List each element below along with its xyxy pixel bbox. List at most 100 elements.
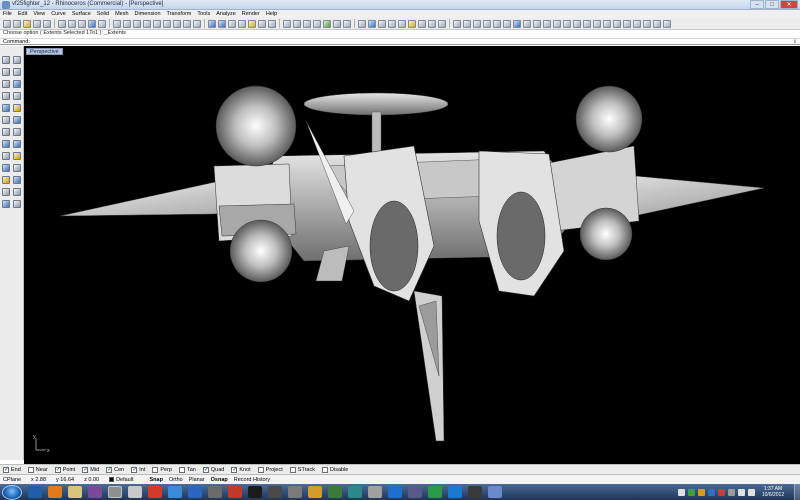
app-taskbar-icon[interactable] bbox=[128, 486, 142, 498]
palette-tool-icon[interactable] bbox=[13, 104, 21, 112]
menu-transform[interactable]: Transform bbox=[167, 11, 192, 17]
current-layer[interactable]: Default bbox=[109, 477, 134, 483]
menu-curve[interactable]: Curve bbox=[51, 11, 66, 17]
tray-icon[interactable] bbox=[698, 488, 705, 496]
toolbar-tool-icon[interactable] bbox=[293, 19, 301, 28]
viewport-tab-perspective[interactable]: Perspective bbox=[26, 48, 63, 55]
toolbar-tool-icon[interactable] bbox=[153, 19, 161, 28]
palette-tool-icon[interactable] bbox=[2, 128, 10, 136]
osnap-checkbox[interactable] bbox=[202, 466, 209, 473]
osnap-checkbox[interactable] bbox=[257, 466, 264, 473]
osnap-checkbox[interactable] bbox=[3, 466, 9, 473]
app-taskbar-icon[interactable] bbox=[208, 486, 222, 498]
palette-tool-icon[interactable] bbox=[13, 152, 21, 160]
toolbar-tool-icon[interactable] bbox=[173, 19, 181, 28]
toolbar-tool-icon[interactable] bbox=[193, 19, 201, 28]
app-taskbar-icon[interactable] bbox=[348, 486, 362, 498]
toolbar-tool-icon[interactable] bbox=[643, 19, 651, 28]
toolbar-tool-icon[interactable] bbox=[398, 19, 406, 28]
app-taskbar-icon[interactable] bbox=[388, 486, 402, 498]
rhino-taskbar-icon[interactable] bbox=[108, 486, 122, 498]
palette-tool-icon[interactable] bbox=[2, 80, 10, 88]
toolbar-tool-icon[interactable] bbox=[368, 19, 376, 28]
app-taskbar-icon[interactable] bbox=[268, 486, 282, 498]
toolbar-tool-icon[interactable] bbox=[313, 19, 321, 28]
app-taskbar-icon[interactable] bbox=[228, 486, 242, 498]
tray-icon[interactable] bbox=[708, 488, 715, 496]
tray-icon[interactable] bbox=[728, 488, 735, 496]
palette-tool-icon[interactable] bbox=[2, 56, 10, 64]
toolbar-tool-icon[interactable] bbox=[378, 19, 386, 28]
app-taskbar-icon[interactable] bbox=[168, 486, 182, 498]
app-taskbar-icon[interactable] bbox=[448, 486, 462, 498]
toolbar-tool-icon[interactable] bbox=[13, 19, 21, 28]
toolbar-tool-icon[interactable] bbox=[43, 19, 51, 28]
osnap-point[interactable]: Point bbox=[54, 466, 75, 473]
toolbar-tool-icon[interactable] bbox=[463, 19, 471, 28]
toolbar-tool-icon[interactable] bbox=[513, 19, 521, 28]
palette-tool-icon[interactable] bbox=[13, 188, 21, 196]
toolbar-tool-icon[interactable] bbox=[563, 19, 571, 28]
app-taskbar-icon[interactable] bbox=[408, 486, 422, 498]
toolbar-tool-icon[interactable] bbox=[3, 19, 11, 28]
history-scroll-icon[interactable]: ⇕ bbox=[793, 39, 797, 45]
menu-analyze[interactable]: Analyze bbox=[216, 11, 236, 17]
viewport-canvas[interactable]: y x bbox=[24, 46, 800, 464]
toolbar-tool-icon[interactable] bbox=[33, 19, 41, 28]
app-taskbar-icon[interactable] bbox=[328, 486, 342, 498]
toolbar-tool-icon[interactable] bbox=[23, 19, 31, 28]
osnap-int[interactable]: Int bbox=[131, 466, 145, 473]
palette-tool-icon[interactable] bbox=[2, 92, 10, 100]
toolbar-tool-icon[interactable] bbox=[633, 19, 641, 28]
toggle-snap[interactable]: Snap bbox=[150, 477, 163, 483]
toolbar-tool-icon[interactable] bbox=[583, 19, 591, 28]
palette-tool-icon[interactable] bbox=[13, 68, 21, 76]
toolbar-tool-icon[interactable] bbox=[183, 19, 191, 28]
tray-icon[interactable] bbox=[678, 488, 685, 496]
osnap-checkbox[interactable] bbox=[82, 466, 88, 473]
palette-tool-icon[interactable] bbox=[13, 116, 21, 124]
palette-tool-icon[interactable] bbox=[2, 188, 10, 196]
tray-icon[interactable] bbox=[718, 488, 725, 496]
toolbar-tool-icon[interactable] bbox=[113, 19, 121, 28]
clock[interactable]: 1:37 AM 10/6/2012 bbox=[758, 486, 788, 498]
toolbar-tool-icon[interactable] bbox=[653, 19, 661, 28]
app-taskbar-icon[interactable] bbox=[368, 486, 382, 498]
rhino-app-icon[interactable] bbox=[2, 1, 10, 9]
toolbar-tool-icon[interactable] bbox=[533, 19, 541, 28]
osnap-checkbox[interactable] bbox=[106, 466, 112, 473]
toolbar-tool-icon[interactable] bbox=[613, 19, 621, 28]
close-button[interactable]: ✕ bbox=[780, 0, 798, 9]
osnap-mid[interactable]: Mid bbox=[82, 466, 99, 473]
osnap-checkbox[interactable] bbox=[322, 466, 328, 473]
toolbar-tool-icon[interactable] bbox=[323, 19, 331, 28]
app-taskbar-icon[interactable] bbox=[248, 486, 262, 498]
tray-icon[interactable] bbox=[688, 488, 695, 496]
toolbar-tool-icon[interactable] bbox=[268, 19, 276, 28]
flashget-taskbar-icon[interactable] bbox=[148, 486, 162, 498]
osnap-project[interactable]: Project bbox=[257, 466, 283, 473]
app-taskbar-icon[interactable] bbox=[468, 486, 482, 498]
osnap-checkbox[interactable] bbox=[54, 466, 61, 473]
photoshop-taskbar-icon[interactable] bbox=[188, 486, 202, 498]
osnap-checkbox[interactable] bbox=[289, 466, 296, 473]
menu-file[interactable]: File bbox=[3, 11, 12, 17]
osnap-end[interactable]: End bbox=[3, 466, 21, 473]
perspective-viewport[interactable]: y x Perspective bbox=[24, 46, 800, 464]
toolbar-tool-icon[interactable] bbox=[133, 19, 141, 28]
palette-tool-icon[interactable] bbox=[2, 140, 10, 148]
menu-tools[interactable]: Tools bbox=[197, 11, 210, 17]
toolbar-tool-icon[interactable] bbox=[523, 19, 531, 28]
toolbar-tool-icon[interactable] bbox=[388, 19, 396, 28]
toolbar-tool-icon[interactable] bbox=[68, 19, 76, 28]
vf25-fighter-model[interactable] bbox=[59, 85, 765, 442]
toolbar-tool-icon[interactable] bbox=[163, 19, 171, 28]
osnap-checkbox[interactable] bbox=[178, 466, 185, 473]
toolbar-tool-icon[interactable] bbox=[453, 19, 461, 28]
osnap-tan[interactable]: Tan bbox=[178, 466, 196, 473]
minimize-button[interactable]: – bbox=[750, 0, 764, 9]
toolbar-tool-icon[interactable] bbox=[343, 19, 351, 28]
maximize-button[interactable]: □ bbox=[765, 0, 779, 9]
toolbar-tool-icon[interactable] bbox=[418, 19, 426, 28]
palette-tool-icon[interactable] bbox=[2, 116, 10, 124]
